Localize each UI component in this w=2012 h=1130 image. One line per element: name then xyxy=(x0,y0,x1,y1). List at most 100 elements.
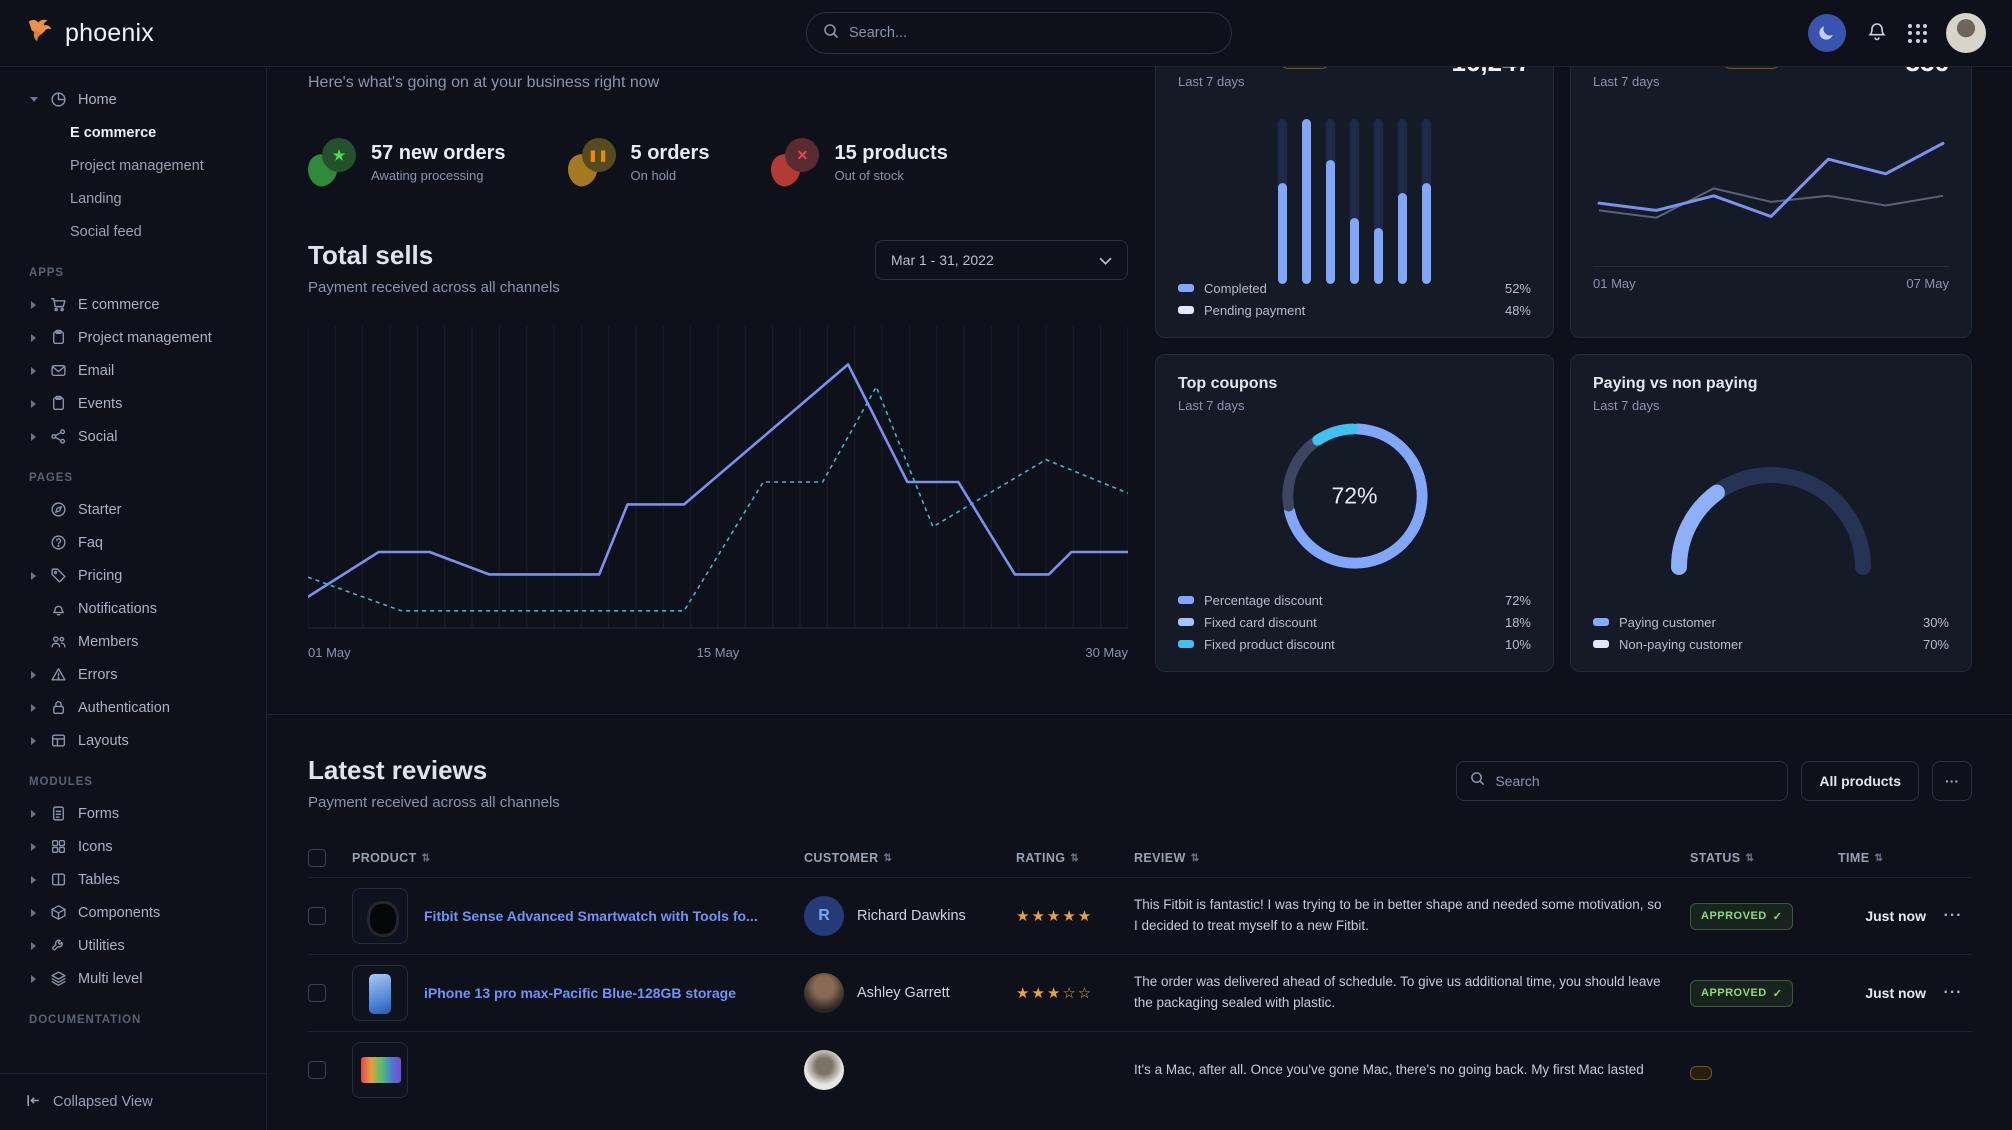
product-thumbnail xyxy=(352,965,408,1021)
global-search-input[interactable] xyxy=(849,25,1215,41)
sidebar-item-label: Email xyxy=(78,363,114,379)
collapse-icon xyxy=(25,1092,42,1113)
sidebar-item-forms[interactable]: Forms xyxy=(0,797,266,830)
question-icon xyxy=(49,534,67,552)
reviews-search-input[interactable] xyxy=(1495,773,1774,789)
stat-value: 15 products xyxy=(834,142,947,165)
sidebar-item-project-management[interactable]: Project management xyxy=(0,321,266,354)
sidebar-item-label: Pricing xyxy=(78,568,122,584)
select-all-checkbox[interactable] xyxy=(308,849,326,867)
legend-item: Completed52% xyxy=(1178,277,1531,299)
sidebar-item-tables[interactable]: Tables xyxy=(0,863,266,896)
total-sells-chart xyxy=(308,322,1128,634)
sidebar-item-utilities[interactable]: Utilities xyxy=(0,929,266,962)
paying-period: Last 7 days xyxy=(1593,398,1949,413)
file-icon xyxy=(49,805,67,823)
donut-center-label: 72% xyxy=(1331,483,1377,510)
legend-swatch xyxy=(1593,640,1609,648)
theme-toggle-button[interactable] xyxy=(1808,14,1846,52)
row-more-button[interactable]: ··· xyxy=(1934,984,1972,1002)
sidebar-subitem-e-commerce[interactable]: E commerce xyxy=(0,116,266,149)
sidebar-item-members[interactable]: Members xyxy=(0,625,266,658)
sidebar-item-e-commerce[interactable]: E commerce xyxy=(0,288,266,321)
sidebar-subitem-landing[interactable]: Landing xyxy=(0,182,266,215)
date-range-select[interactable]: Mar 1 - 31, 2022 xyxy=(875,240,1128,280)
date-range-value: Mar 1 - 31, 2022 xyxy=(891,252,994,268)
sidebar-item-authentication[interactable]: Authentication xyxy=(0,691,266,724)
user-avatar[interactable] xyxy=(1946,13,1986,53)
column-label: RATING xyxy=(1016,851,1065,865)
caret-right-icon xyxy=(29,433,38,441)
notifications-button[interactable] xyxy=(1865,20,1889,47)
red-blob-icon: ✕ xyxy=(771,138,819,186)
reviews-more-button[interactable]: ··· xyxy=(1932,761,1972,801)
row-more-button[interactable]: ··· xyxy=(1934,907,1972,925)
reviews-search xyxy=(1456,761,1788,801)
row-checkbox[interactable] xyxy=(308,984,326,1002)
status-badge: APPROVED✓ xyxy=(1690,980,1793,1007)
customer-cell: Ashley Garrett xyxy=(804,973,1016,1013)
sidebar-item-starter[interactable]: Starter xyxy=(0,493,266,526)
legend-label: Paying customer xyxy=(1619,615,1716,630)
legend-item: Non-paying customer70% xyxy=(1593,633,1949,655)
x-axis-label: 30 May xyxy=(1085,645,1128,660)
sidebar-item-email[interactable]: Email xyxy=(0,354,266,387)
sidebar-item-icons[interactable]: Icons xyxy=(0,830,266,863)
apps-menu-button[interactable] xyxy=(1908,24,1927,43)
product-cell: iPhone 13 pro max-Pacific Blue-128GB sto… xyxy=(352,965,804,1021)
tag-icon xyxy=(49,567,67,585)
collapsed-view-toggle[interactable]: Collapsed View xyxy=(0,1073,266,1130)
total-sells-subtitle: Payment received across all channels xyxy=(308,279,560,296)
sidebar-item-faq[interactable]: Faq xyxy=(0,526,266,559)
axis-end-label: 07 May xyxy=(1906,276,1949,291)
sidebar-item-home[interactable]: Home xyxy=(0,83,266,116)
bar-fill xyxy=(1302,119,1311,284)
sidebar-item-events[interactable]: Events xyxy=(0,387,266,420)
check-icon: ✓ xyxy=(1773,910,1783,923)
calendar-icon xyxy=(49,395,67,413)
sidebar-subitem-label: E commerce xyxy=(70,125,156,141)
legend-value: 18% xyxy=(1505,615,1531,630)
product-link[interactable]: iPhone 13 pro max-Pacific Blue-128GB sto… xyxy=(424,985,736,1001)
sidebar-item-label: E commerce xyxy=(78,297,159,313)
legend-swatch xyxy=(1178,618,1194,626)
row-checkbox[interactable] xyxy=(308,907,326,925)
status-label: APPROVED xyxy=(1701,987,1767,999)
sidebar-item-social[interactable]: Social xyxy=(0,420,266,453)
brand-name: phoenix xyxy=(65,19,154,48)
select-all-cell xyxy=(308,849,352,867)
sidebar-item-notifications[interactable]: Notifications xyxy=(0,592,266,625)
sidebar-item-components[interactable]: Components xyxy=(0,896,266,929)
layers-icon xyxy=(49,970,67,988)
row-checkbox[interactable] xyxy=(308,1061,326,1079)
sidebar-section-label: PAGES xyxy=(29,472,266,484)
column-header-product[interactable]: PRODUCT⇅ xyxy=(352,851,804,865)
sidebar-item-label: Social xyxy=(78,429,118,445)
sort-icon: ⇅ xyxy=(884,853,893,864)
caret-right-icon xyxy=(29,704,38,712)
top-coupons-period: Last 7 days xyxy=(1178,398,1531,413)
bar-track xyxy=(1398,119,1407,284)
product-link[interactable]: Fitbit Sense Advanced Smartwatch with To… xyxy=(424,908,758,924)
column-header-status[interactable]: STATUS⇅ xyxy=(1690,851,1838,865)
legend-value: 72% xyxy=(1505,593,1531,608)
x-axis-label: 01 May xyxy=(308,645,351,660)
sidebar-subitem-social-feed[interactable]: Social feed xyxy=(0,215,266,248)
column-header-customer[interactable]: CUSTOMER⇅ xyxy=(804,851,1016,865)
product-cell: Fitbit Sense Advanced Smartwatch with To… xyxy=(352,888,804,944)
total-sells-title: Total sells xyxy=(308,240,560,271)
column-header-time[interactable]: TIME⇅ xyxy=(1838,851,1934,865)
customer-avatar xyxy=(804,973,844,1013)
sidebar-item-label: Authentication xyxy=(78,700,170,716)
sidebar-subitem-project-management[interactable]: Project management xyxy=(0,149,266,182)
caret-right-icon xyxy=(29,975,38,983)
brand-link[interactable]: phoenix xyxy=(26,16,154,51)
sidebar-item-layouts[interactable]: Layouts xyxy=(0,724,266,757)
bell-icon xyxy=(49,600,67,618)
sidebar-item-errors[interactable]: Errors xyxy=(0,658,266,691)
all-products-button[interactable]: All products xyxy=(1801,761,1919,801)
sidebar-item-multi-level[interactable]: Multi level xyxy=(0,962,266,995)
column-header-review[interactable]: REVIEW⇅ xyxy=(1134,851,1690,865)
column-header-rating[interactable]: RATING⇅ xyxy=(1016,851,1134,865)
sidebar-item-pricing[interactable]: Pricing xyxy=(0,559,266,592)
